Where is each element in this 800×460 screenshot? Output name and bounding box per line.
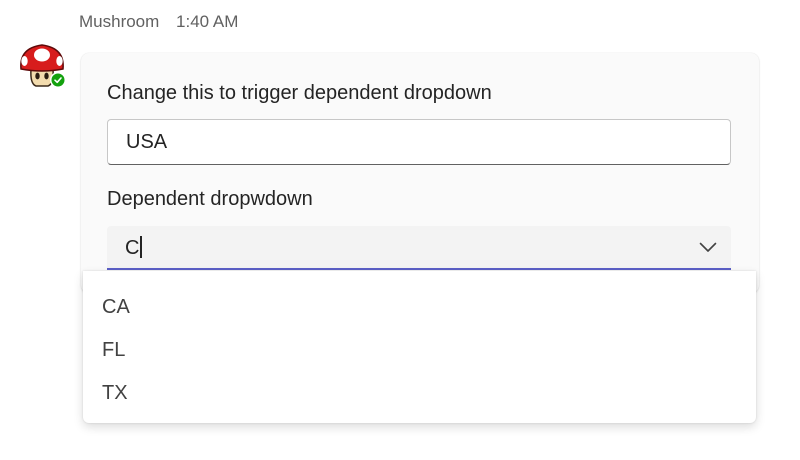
- message-time: 1:40 AM: [176, 12, 239, 31]
- combobox-value: C: [125, 237, 140, 259]
- dependent-dropdown-label: Dependent dropwdown: [107, 188, 313, 210]
- chevron-down-icon[interactable]: [699, 240, 717, 254]
- available-check-icon: [50, 72, 66, 88]
- chat-message-page: Mushroom 1:40 AM Change this to trigger …: [0, 0, 800, 460]
- dropdown-listbox: CA FL TX: [83, 271, 756, 423]
- country-input[interactable]: USA: [107, 119, 731, 165]
- dependent-dropdown-combobox[interactable]: C: [107, 226, 731, 270]
- text-caret: [140, 235, 142, 258]
- country-field-label: Change this to trigger dependent dropdow…: [107, 82, 492, 104]
- dropdown-option-ca[interactable]: CA: [102, 296, 130, 319]
- dropdown-option-tx[interactable]: TX: [102, 382, 128, 405]
- message-header: Mushroom 1:40 AM: [79, 12, 238, 32]
- sender-name: Mushroom: [79, 12, 160, 31]
- adaptive-card: Change this to trigger dependent dropdow…: [81, 53, 759, 293]
- dropdown-option-fl[interactable]: FL: [102, 339, 125, 362]
